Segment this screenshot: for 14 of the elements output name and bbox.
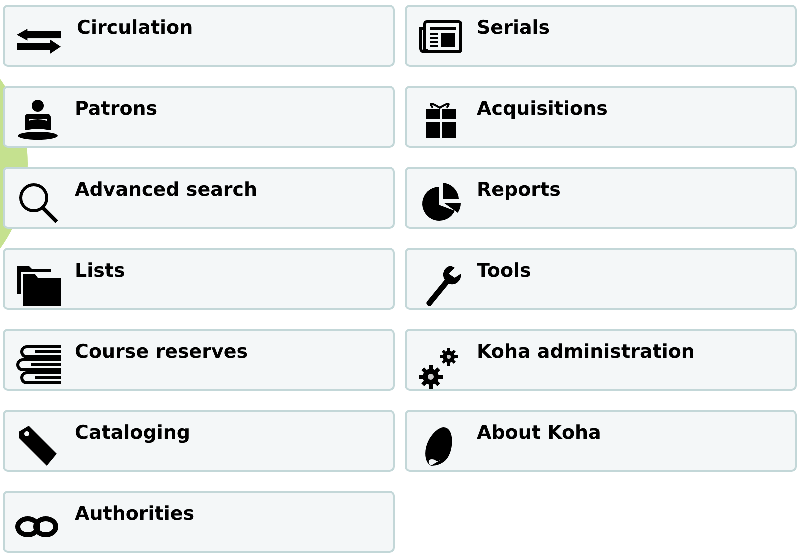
module-tile[interactable]: Advanced search xyxy=(3,167,395,229)
module-tile[interactable]: Acquisitions xyxy=(405,86,797,148)
module-tile[interactable]: Tools xyxy=(405,248,797,310)
module-tile[interactable]: About Koha xyxy=(405,410,797,472)
module-tile[interactable]: Koha administration xyxy=(405,329,797,391)
module-tile[interactable]: Circulation xyxy=(3,5,395,67)
module-tile[interactable]: Course reserves xyxy=(3,329,395,391)
module-tile[interactable]: Patrons xyxy=(3,86,395,148)
module-tile[interactable]: Reports xyxy=(405,167,797,229)
module-tile[interactable]: Authorities xyxy=(3,491,395,553)
arrows-icon xyxy=(17,29,61,54)
module-tile[interactable]: Lists xyxy=(3,248,395,310)
module-tile[interactable]: Cataloging xyxy=(3,410,395,472)
module-tile[interactable]: Serials xyxy=(405,5,797,67)
